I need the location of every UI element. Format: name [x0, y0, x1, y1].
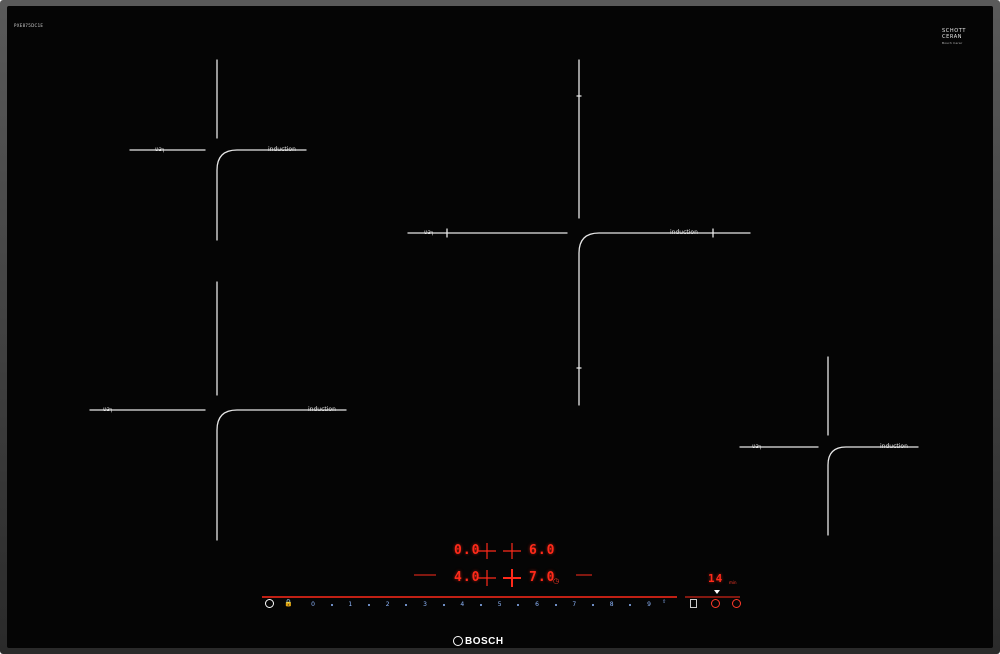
slider-dot — [554, 604, 557, 606]
brand-name: BOSCH — [465, 636, 504, 647]
zone4-pictogram: ʋɜ┐ — [752, 443, 763, 450]
zone-indicator-top-right — [503, 543, 521, 559]
slider-step-6[interactable]: 6 — [531, 601, 543, 608]
slider-dot — [592, 604, 594, 606]
display-bottom-right: 7.0 — [529, 570, 556, 585]
slider-step-4[interactable]: 4 — [456, 601, 468, 608]
timer-arrow-icon — [714, 590, 720, 594]
timer-clock-icon: ◷ — [553, 577, 560, 585]
zone1-label: induction — [268, 146, 296, 153]
timer-icon[interactable] — [711, 599, 720, 608]
slider-step-2[interactable]: 2 — [382, 601, 394, 608]
timer-display: 14 — [708, 572, 724, 585]
slider-dot — [442, 604, 445, 606]
zone4-label: induction — [880, 443, 908, 450]
glass-sub: Bosch Cerar — [942, 41, 963, 45]
zone3-label: induction — [670, 229, 698, 236]
model-number: PXE875DC1E — [14, 23, 44, 28]
zone-indicator-bottom-right — [503, 569, 521, 587]
zone2-label: induction — [308, 406, 336, 413]
child-lock-icon[interactable]: 🔒 — [284, 599, 295, 608]
slider-step-8[interactable]: 8 — [606, 601, 618, 608]
slider-step-1[interactable]: 1 — [344, 601, 356, 608]
timer-unit: min — [729, 580, 737, 585]
slider-dot — [368, 604, 370, 606]
zone2-pictogram: ʋɜ┐ — [103, 406, 114, 413]
display-top-left: 0.0 — [454, 543, 481, 558]
zone3-pictogram: ʋɜ┐ — [424, 229, 435, 236]
zone1-pictogram: ʋɜ┐ — [155, 146, 166, 153]
display-bottom-left: 4.0 — [454, 570, 481, 585]
slider-step-7[interactable]: 7 — [568, 601, 580, 608]
bosch-logo-icon — [453, 636, 463, 646]
zone-markings — [89, 59, 919, 598]
slider-step-9[interactable]: 9 — [643, 601, 655, 608]
zone-indicator-top-left — [478, 543, 496, 559]
zone-indicator-bottom-left — [478, 570, 496, 586]
schott-ceran-logo: SCHOTT CERAN Bosch Cerar — [942, 28, 966, 46]
zone3-marking — [407, 59, 751, 406]
slider-step-0[interactable]: 0 — [307, 601, 319, 608]
slider-dot — [480, 604, 482, 606]
memory-icon[interactable] — [690, 599, 697, 608]
slider-step-3[interactable]: 3 — [419, 601, 431, 608]
boost-icon[interactable]: ⇧ — [662, 599, 666, 605]
power-icon[interactable] — [265, 599, 274, 608]
slider-step-5[interactable]: 5 — [494, 601, 506, 608]
clock-icon[interactable] — [732, 599, 741, 608]
slider-dot — [330, 604, 333, 606]
display-top-right: 6.0 — [529, 543, 556, 558]
